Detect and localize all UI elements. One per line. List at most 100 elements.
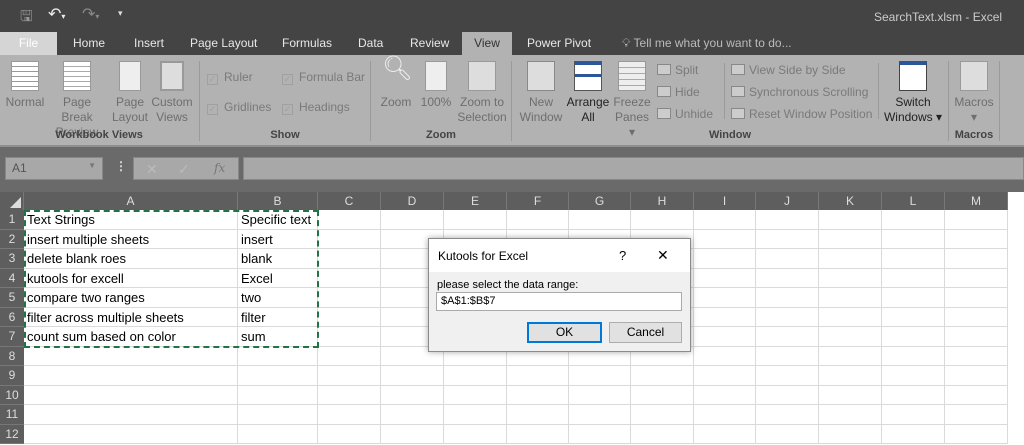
cell-G9[interactable] [569, 366, 631, 386]
cell-J10[interactable] [756, 385, 819, 405]
custom-views-button[interactable]: Custom Views [150, 61, 194, 125]
cell-M10[interactable] [945, 385, 1008, 405]
cell-J4[interactable] [756, 268, 819, 288]
cell-I7[interactable] [694, 327, 756, 347]
cell-K7[interactable] [819, 327, 882, 347]
cell-E9[interactable] [444, 366, 507, 386]
row-header-2[interactable]: 2 [0, 229, 24, 249]
cell-L9[interactable] [882, 366, 945, 386]
reset-window-position-button[interactable]: Reset Window Position [731, 107, 872, 121]
cell-L4[interactable] [882, 268, 945, 288]
cell-K6[interactable] [819, 307, 882, 327]
help-button[interactable]: ? [619, 248, 626, 263]
cell-I4[interactable] [694, 268, 756, 288]
cancel-icon[interactable]: ✕ [146, 161, 158, 178]
cell-M2[interactable] [945, 229, 1008, 249]
cell-G11[interactable] [569, 405, 631, 425]
formula-input[interactable] [243, 157, 1024, 180]
cell-B10[interactable] [238, 385, 318, 405]
column-header-I[interactable]: I [694, 192, 756, 210]
row-header-1[interactable]: 1 [0, 210, 24, 230]
row-header-11[interactable]: 11 [0, 405, 24, 425]
cell-C5[interactable] [318, 288, 381, 308]
cell-C7[interactable] [318, 327, 381, 347]
cell-M7[interactable] [945, 327, 1008, 347]
column-header-M[interactable]: M [945, 192, 1008, 210]
cell-J7[interactable] [756, 327, 819, 347]
tell-me-box[interactable]: 💡︎ Tell me what you want to do... [612, 32, 802, 55]
cell-I6[interactable] [694, 307, 756, 327]
column-header-B[interactable]: B [238, 192, 318, 210]
row-header-4[interactable]: 4 [0, 268, 24, 288]
cell-G1[interactable] [569, 210, 631, 230]
cell-J6[interactable] [756, 307, 819, 327]
row-header-7[interactable]: 7 [0, 327, 24, 347]
cell-L8[interactable] [882, 346, 945, 366]
cell-M8[interactable] [945, 346, 1008, 366]
cell-K5[interactable] [819, 288, 882, 308]
tab-file[interactable]: File [0, 32, 57, 55]
cell-C12[interactable] [318, 424, 381, 444]
zoom-100-button[interactable]: 100% [418, 61, 454, 110]
cell-M9[interactable] [945, 366, 1008, 386]
cell-K8[interactable] [819, 346, 882, 366]
cell-J8[interactable] [756, 346, 819, 366]
column-header-K[interactable]: K [819, 192, 882, 210]
column-header-L[interactable]: L [882, 192, 945, 210]
headings-checkbox[interactable]: ✓ Headings [282, 100, 350, 115]
cell-F9[interactable] [507, 366, 569, 386]
cell-F11[interactable] [507, 405, 569, 425]
view-side-by-side-button[interactable]: View Side by Side [731, 63, 846, 77]
cell-I2[interactable] [694, 229, 756, 249]
tab-formulas[interactable]: Formulas [272, 32, 342, 55]
tab-review[interactable]: Review [400, 32, 459, 55]
page-layout-button[interactable]: Page Layout [110, 61, 150, 125]
cell-H9[interactable] [631, 366, 694, 386]
cell-D11[interactable] [381, 405, 444, 425]
row-header-8[interactable]: 8 [0, 346, 24, 366]
cell-J5[interactable] [756, 288, 819, 308]
cell-J2[interactable] [756, 229, 819, 249]
cell-B9[interactable] [238, 366, 318, 386]
save-icon[interactable]: 🖫 [20, 6, 33, 31]
cell-E1[interactable] [444, 210, 507, 230]
cell-M11[interactable] [945, 405, 1008, 425]
cell-A12[interactable] [24, 424, 238, 444]
cell-L6[interactable] [882, 307, 945, 327]
close-button[interactable]: ✕ [657, 247, 669, 264]
cell-F12[interactable] [507, 424, 569, 444]
cell-H12[interactable] [631, 424, 694, 444]
cell-H1[interactable] [631, 210, 694, 230]
cell-D1[interactable] [381, 210, 444, 230]
row-header-12[interactable]: 12 [0, 424, 24, 444]
cell-D10[interactable] [381, 385, 444, 405]
cell-I1[interactable] [694, 210, 756, 230]
cell-B8[interactable] [238, 346, 318, 366]
tab-insert[interactable]: Insert [124, 32, 174, 55]
cell-I5[interactable] [694, 288, 756, 308]
cell-C4[interactable] [318, 268, 381, 288]
cell-L5[interactable] [882, 288, 945, 308]
ok-button[interactable]: OK [527, 322, 602, 343]
normal-view-button[interactable]: Normal [4, 61, 46, 110]
cell-G12[interactable] [569, 424, 631, 444]
tab-view[interactable]: View [462, 32, 512, 55]
cell-K9[interactable] [819, 366, 882, 386]
cell-A9[interactable] [24, 366, 238, 386]
cell-I3[interactable] [694, 249, 756, 269]
split-button[interactable]: Split [657, 63, 698, 77]
cell-C11[interactable] [318, 405, 381, 425]
cell-D9[interactable] [381, 366, 444, 386]
tab-power-pivot[interactable]: Power Pivot [517, 32, 601, 55]
cell-J12[interactable] [756, 424, 819, 444]
cell-J9[interactable] [756, 366, 819, 386]
cell-C10[interactable] [318, 385, 381, 405]
cell-I11[interactable] [694, 405, 756, 425]
tab-data[interactable]: Data [348, 32, 393, 55]
cell-J3[interactable] [756, 249, 819, 269]
data-range-input[interactable]: $A$1:$B$7 [436, 292, 682, 311]
more-options-icon[interactable]: ⋮ [115, 159, 127, 173]
cell-A10[interactable] [24, 385, 238, 405]
cell-C6[interactable] [318, 307, 381, 327]
new-window-button[interactable]: New Window [516, 61, 566, 125]
